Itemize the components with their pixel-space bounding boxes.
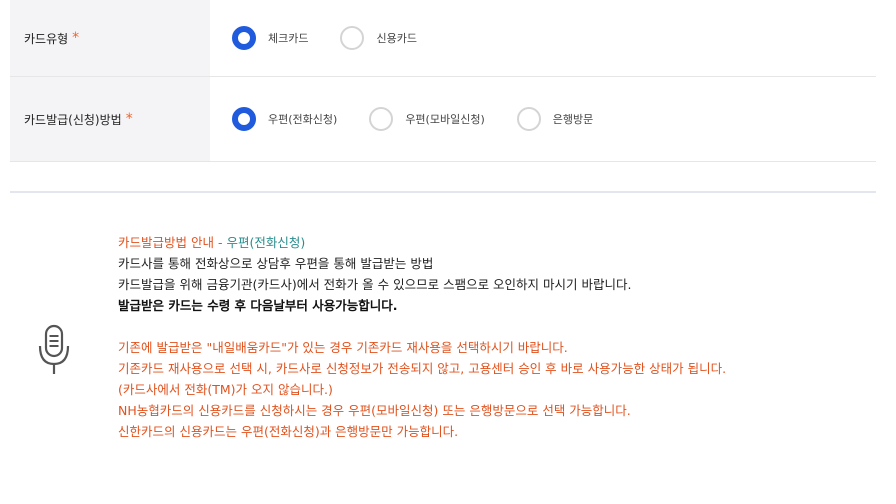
notice-bold-line: 발급받은 카드는 수령 후 다음날부터 사용가능합니다. [118,298,398,313]
radio-button[interactable] [516,107,541,131]
radio-button[interactable] [369,107,394,131]
card-type-options: 체크카드 신용카드 [210,0,449,76]
notice-text: 카드발급방법 안내 - 우편(전화신청) 카드사를 통해 전화상으로 상담후 우… [118,232,726,442]
card-type-label-cell: 카드유형 * [10,0,210,76]
option-label: 우편(모바일신청) [405,113,485,126]
notice-spacer [118,316,726,337]
notice-line: 카드발급을 위해 금융기관(카드사)에서 전화가 올 수 있으므로 스팸으로 오… [118,277,632,292]
issue-method-label: 카드발급(신청)방법 [24,112,122,127]
radio-button[interactable] [340,26,365,50]
issue-method-options: 우편(전화신청) 우편(모바일신청) 은행방문 [210,77,625,161]
card-type-row: 카드유형 * 체크카드 신용카드 [10,0,876,77]
radio-button-selected[interactable] [232,26,256,50]
card-type-option-credit[interactable]: 신용카드 [340,26,417,50]
issue-method-option-mail-phone[interactable]: 우편(전화신청) [232,107,337,131]
option-label: 우편(전화신청) [268,113,338,126]
notice-warning-line: 기존에 발급받은 "내일배움카드"가 있는 경우 기존카드 재사용을 선택하시기… [118,340,568,355]
option-label: 은행방문 [552,113,594,126]
issue-method-label-cell: 카드발급(신청)방법 * [10,77,210,161]
notice-title: 카드발급방법 안내 - 우편(전화신청) [118,232,726,253]
microphone-icon [38,324,70,374]
card-application-form: 카드유형 * 체크카드 신용카드 카드발급(신청)방법 * 우편(전화신청) 우… [10,0,876,162]
issue-method-row: 카드발급(신청)방법 * 우편(전화신청) 우편(모바일신청) 은행방문 [10,77,876,162]
card-type-label: 카드유형 [24,31,69,46]
required-mark: * [72,30,80,46]
option-label: 체크카드 [268,32,309,45]
notice-warning-line: 신한카드의 신용카드는 우편(전화신청)과 은행방문만 가능합니다. [118,424,459,439]
section-divider [10,191,876,193]
issue-method-option-bank-visit[interactable]: 은행방문 [516,107,594,131]
radio-button-selected[interactable] [232,107,256,131]
option-label: 신용카드 [376,32,417,45]
notice-warning-line: 기존카드 재사용으로 선택 시, 카드사로 신청정보가 전송되지 않고, 고용센… [118,361,727,376]
notice-warning-line: (카드사에서 전화(TM)가 오지 않습니다.) [118,382,333,397]
notice-warning-line: NH농협카드의 신용카드를 신청하시는 경우 우편(모바일신청) 또는 은행방문… [118,403,631,418]
issue-method-option-mail-mobile[interactable]: 우편(모바일신청) [369,107,485,131]
notice-line: 카드사를 통해 전화상으로 상담후 우편을 통해 발급받는 방법 [118,256,434,271]
notice-title-method: 우편(전화신청) [226,235,306,250]
required-mark: * [125,111,133,127]
notice-title-prefix: 카드발급방법 안내 - [118,235,227,250]
card-type-option-check[interactable]: 체크카드 [232,26,308,50]
